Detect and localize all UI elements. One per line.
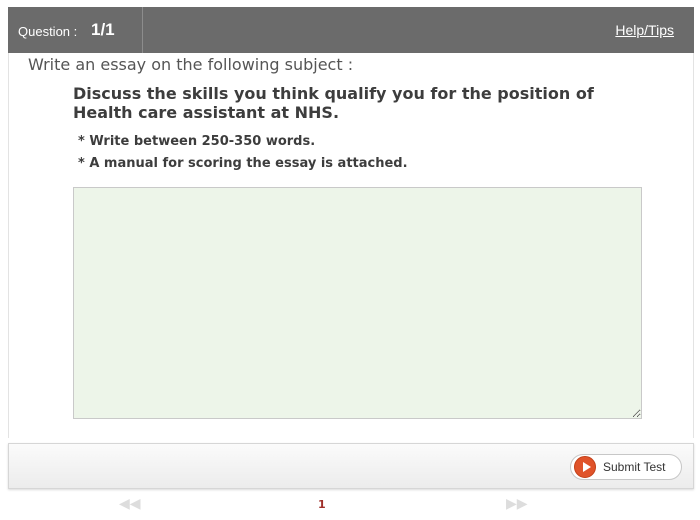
note-word-count: * Write between 250-350 words. bbox=[78, 134, 316, 149]
page-number[interactable]: 1 bbox=[318, 498, 326, 511]
question-number: 1/1 bbox=[91, 20, 115, 39]
double-left-arrow-icon[interactable]: ◀◀ bbox=[119, 496, 141, 512]
play-circle-icon bbox=[574, 456, 596, 478]
submit-test-label: Submit Test bbox=[603, 460, 666, 474]
instruction-text: Write an essay on the following subject … bbox=[28, 55, 354, 74]
header-bar: Question : 1/1 Help/Tips bbox=[8, 7, 694, 53]
help-tips-link[interactable]: Help/Tips bbox=[615, 22, 674, 38]
note-scoring-manual: * A manual for scoring the essay is atta… bbox=[78, 156, 408, 171]
essay-subject: Discuss the skills you think qualify you… bbox=[73, 84, 594, 122]
question-label: Question : bbox=[18, 24, 78, 39]
submit-test-button[interactable]: Submit Test bbox=[570, 454, 682, 480]
essay-textarea[interactable] bbox=[73, 187, 642, 419]
double-right-arrow-icon[interactable]: ▶▶ bbox=[506, 496, 528, 512]
question-indicator: Question : 1/1 bbox=[8, 7, 143, 53]
